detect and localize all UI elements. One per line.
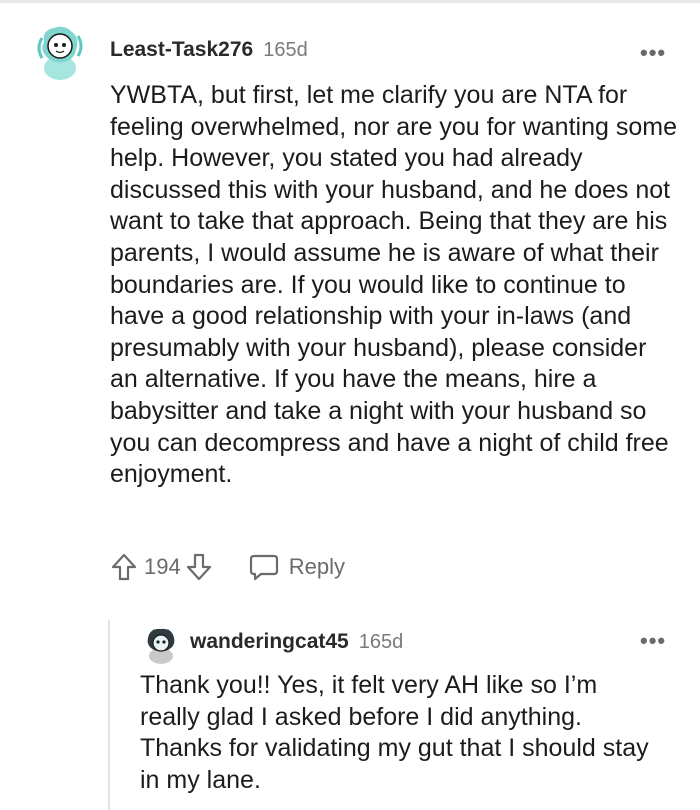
comment-body: YWBTA, but first, let me clarify you are… xyxy=(110,81,677,489)
more-options-icon[interactable]: ••• xyxy=(640,40,666,66)
reply-label: Reply xyxy=(288,554,345,579)
speech-bubble-icon xyxy=(249,553,279,581)
user-avatar[interactable] xyxy=(142,626,180,664)
comment-header: wanderingcat45 165d xyxy=(190,630,403,654)
user-avatar[interactable] xyxy=(34,24,86,80)
top-divider xyxy=(0,0,700,3)
comment-age: 165d xyxy=(263,39,308,61)
downvote-icon[interactable] xyxy=(185,552,213,582)
username[interactable]: Least-Task276 xyxy=(110,38,253,62)
snoo-avatar-teal-icon xyxy=(37,26,83,80)
comment-header: Least-Task276 165d xyxy=(110,38,308,62)
username[interactable]: wanderingcat45 xyxy=(190,630,349,654)
comment-body: Thank you!! Yes, it felt very AH like so… xyxy=(140,671,649,794)
more-options-icon[interactable]: ••• xyxy=(640,628,666,654)
vote-score: 194 xyxy=(144,554,181,579)
comment-age: 165d xyxy=(358,631,404,653)
snoo-avatar-dark-icon xyxy=(147,628,175,664)
comment-actions: 194 Reply xyxy=(110,552,345,582)
upvote-icon[interactable] xyxy=(110,552,138,582)
reply-button[interactable]: Reply xyxy=(249,553,345,581)
thread-line[interactable] xyxy=(108,620,110,810)
